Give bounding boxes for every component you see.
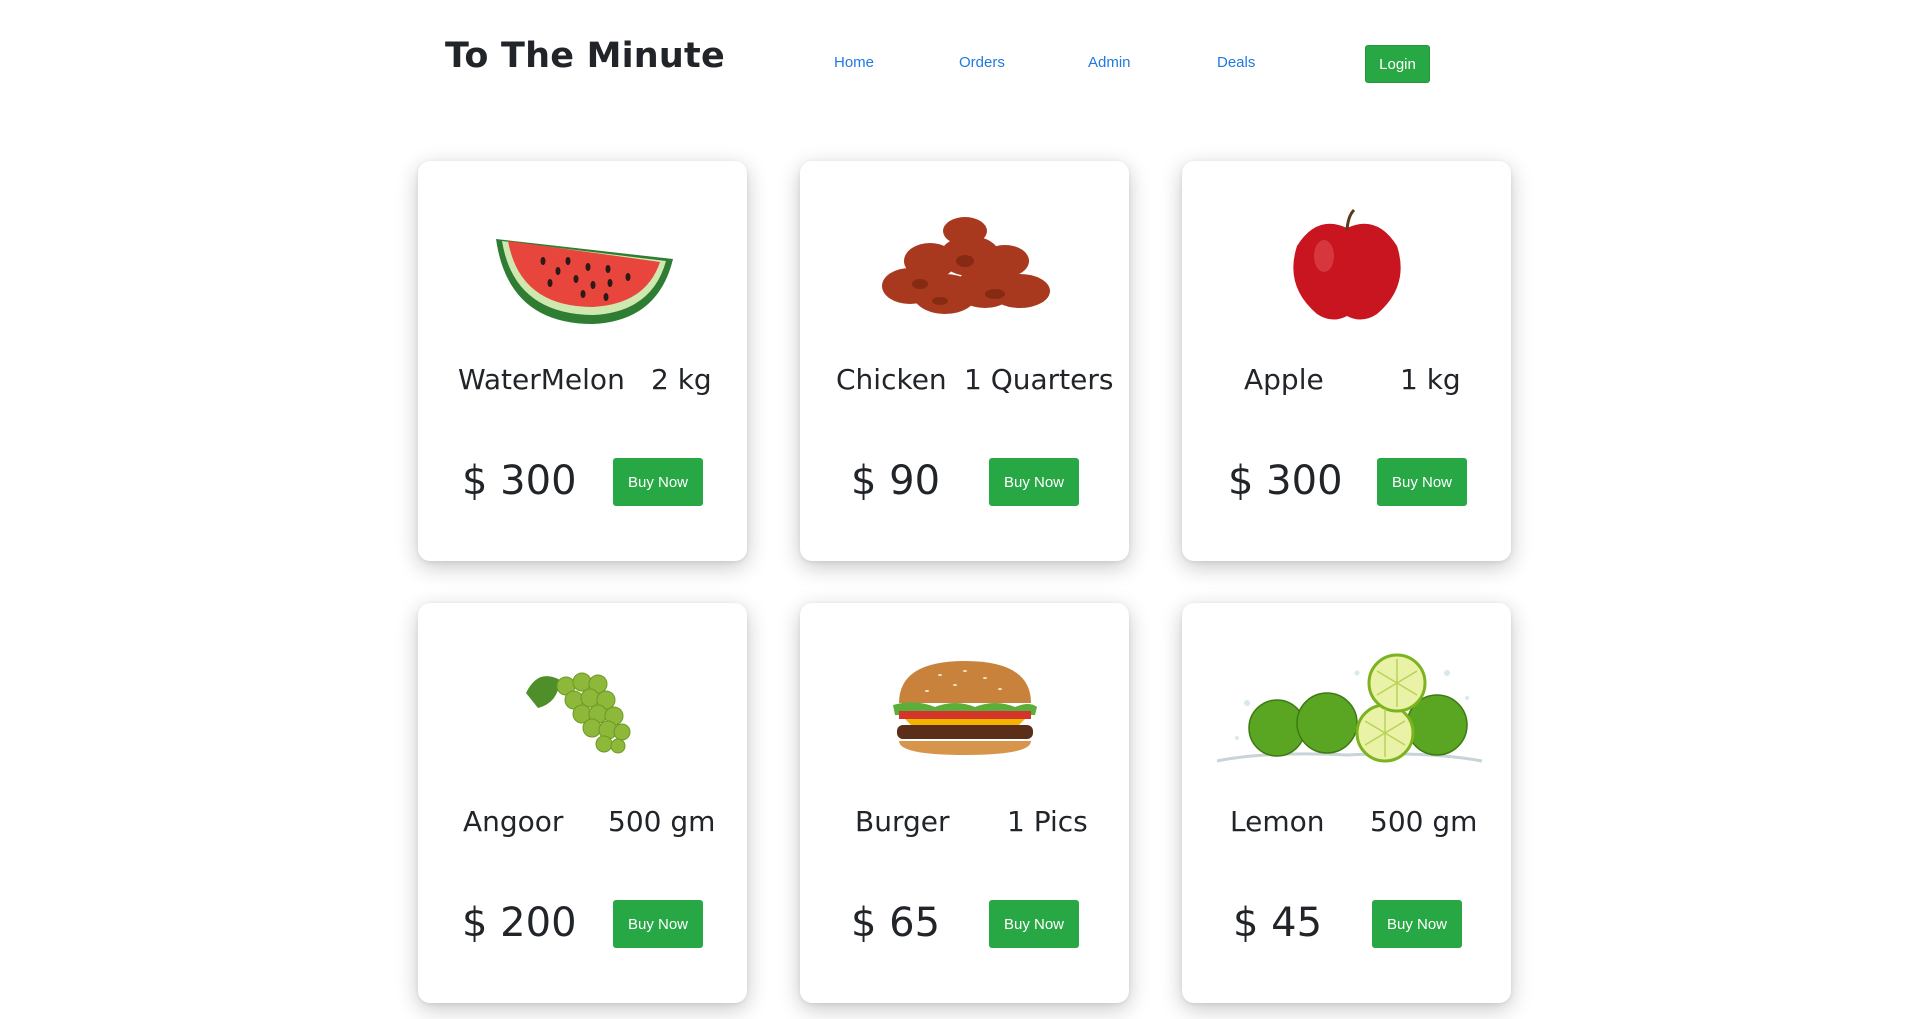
limes-image (1182, 633, 1511, 783)
nav-link-admin[interactable]: Admin (1088, 54, 1131, 71)
nav-link-home[interactable]: Home (834, 54, 874, 71)
product-quantity: 1 kg (1400, 363, 1461, 396)
product-price: $ 90 (851, 458, 941, 504)
chicken-wings-image (800, 191, 1129, 341)
product-card: WaterMelon 2 kg $ 300 Buy Now (418, 161, 747, 561)
buy-now-button[interactable]: Buy Now (989, 458, 1079, 506)
buy-now-button[interactable]: Buy Now (613, 900, 703, 948)
login-button[interactable]: Login (1365, 45, 1430, 83)
nav-link-orders[interactable]: Orders (959, 54, 1005, 71)
buy-now-button[interactable]: Buy Now (1372, 900, 1462, 948)
product-name: Burger (855, 805, 950, 838)
navbar: To The Minute Home Orders Admin Deals Lo… (0, 0, 1920, 130)
watermelon-image (418, 191, 747, 341)
brand-title: To The Minute (445, 36, 725, 76)
product-card: Chicken 1 Quarters $ 90 Buy Now (800, 161, 1129, 561)
product-price: $ 45 (1233, 900, 1323, 946)
buy-now-button[interactable]: Buy Now (989, 900, 1079, 948)
product-name: Chicken (836, 363, 947, 396)
grapes-image (418, 633, 747, 783)
nav-link-deals[interactable]: Deals (1217, 54, 1255, 71)
product-quantity: 1 Pics (1007, 805, 1088, 838)
burger-image (800, 633, 1129, 783)
product-quantity: 2 kg (651, 363, 712, 396)
product-card: Lemon 500 gm $ 45 Buy Now (1182, 603, 1511, 1003)
product-price: $ 300 (1228, 458, 1343, 504)
product-quantity: 1 Quarters (964, 363, 1114, 396)
product-name: Angoor (463, 805, 564, 838)
product-card: Apple 1 kg $ 300 Buy Now (1182, 161, 1511, 561)
apple-image (1182, 191, 1511, 341)
product-quantity: 500 gm (1370, 805, 1478, 838)
product-card: Burger 1 Pics $ 65 Buy Now (800, 603, 1129, 1003)
product-quantity: 500 gm (608, 805, 716, 838)
product-price: $ 65 (851, 900, 941, 946)
buy-now-button[interactable]: Buy Now (1377, 458, 1467, 506)
product-name: Apple (1244, 363, 1324, 396)
product-price: $ 300 (462, 458, 577, 504)
product-card: Angoor 500 gm $ 200 Buy Now (418, 603, 747, 1003)
product-name: WaterMelon (458, 363, 625, 396)
product-price: $ 200 (462, 900, 577, 946)
product-name: Lemon (1230, 805, 1325, 838)
buy-now-button[interactable]: Buy Now (613, 458, 703, 506)
